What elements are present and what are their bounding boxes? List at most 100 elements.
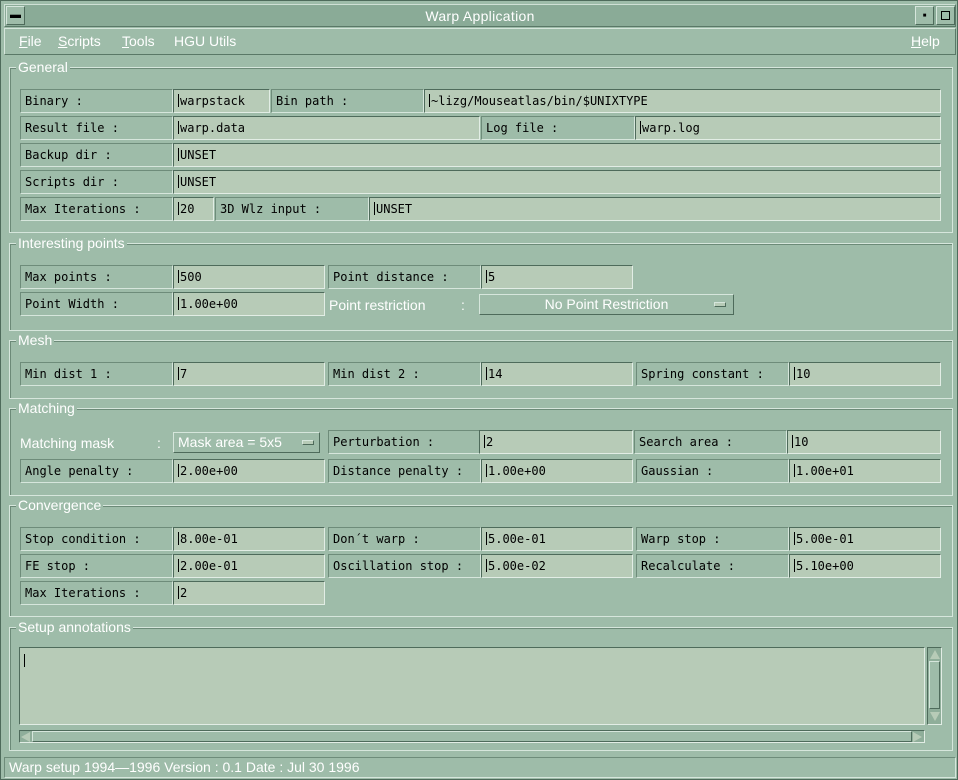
menu-scripts[interactable]: Scripts	[58, 33, 101, 49]
recalculate-label: Recalculate :	[636, 554, 789, 578]
gaussian-field[interactable]: 1.00e+01	[789, 459, 941, 483]
gaussian-label: Gaussian :	[636, 459, 789, 483]
convergence-group-title: Convergence	[16, 497, 104, 513]
point-restriction-value: No Point Restriction	[544, 296, 669, 312]
oscillation-stop-label: Oscillation stop :	[328, 554, 481, 578]
min-dist-1-label: Min dist 1 :	[20, 362, 173, 386]
point-distance-field[interactable]: 5	[481, 265, 633, 289]
maximize-button[interactable]	[936, 6, 955, 25]
matching-mask-select[interactable]: Mask area = 5x5	[173, 432, 320, 453]
backup-dir-label: Backup dir :	[20, 143, 173, 167]
vertical-scroll-thumb[interactable]	[929, 661, 940, 709]
general-group-title: General	[16, 59, 70, 75]
max-iterations-field[interactable]: 20	[173, 197, 214, 221]
mesh-group-title: Mesh	[16, 332, 55, 348]
dont-warp-field[interactable]: 5.00e-01	[481, 527, 633, 551]
angle-penalty-field[interactable]: 2.00e+00	[173, 459, 325, 483]
matching-group-title: Matching	[16, 400, 77, 416]
perturbation-field[interactable]: 2	[479, 430, 633, 454]
menu-tools-label: ools	[129, 33, 155, 49]
option-menu-indicator-icon	[302, 440, 314, 445]
status-bar: Warp setup 1994—1996 Version : 0.1 Date …	[4, 757, 956, 778]
annotations-horizontal-scrollbar[interactable]	[19, 730, 925, 743]
log-file-label: Log file :	[481, 116, 635, 140]
point-restriction-select[interactable]: No Point Restriction	[479, 294, 734, 315]
search-area-label: Search area :	[634, 430, 787, 454]
distance-penalty-label: Distance penalty :	[328, 459, 481, 483]
spring-constant-field[interactable]: 10	[789, 362, 941, 386]
menu-help-mnemonic: H	[911, 33, 922, 49]
binary-label: Binary :	[20, 89, 173, 113]
backup-dir-field[interactable]: UNSET	[173, 143, 941, 167]
bin-path-field[interactable]: ~lizg/Mouseatlas/bin/$UNIXTYPE	[424, 89, 941, 113]
maximize-icon	[941, 11, 950, 20]
window-title: Warp Application	[425, 8, 535, 24]
angle-penalty-label: Angle penalty :	[20, 459, 173, 483]
min-dist-2-label: Min dist 2 :	[328, 362, 481, 386]
conv-max-iterations-field[interactable]: 2	[173, 581, 325, 605]
dont-warp-label: Don´t warp :	[328, 527, 481, 551]
log-file-field[interactable]: warp.log	[635, 116, 941, 140]
text-cursor	[24, 654, 25, 667]
binary-field[interactable]: warpstack	[173, 89, 270, 113]
warp-application-window: ▬ Warp Application ■ File Scripts Tools …	[0, 0, 958, 780]
oscillation-stop-field[interactable]: 5.00e-02	[481, 554, 633, 578]
point-width-label: Point Width :	[20, 292, 173, 316]
result-file-label: Result file :	[20, 116, 173, 140]
scroll-left-arrow-icon[interactable]	[21, 732, 30, 742]
menu-file-mnemonic: F	[19, 33, 28, 49]
option-menu-indicator-icon	[714, 302, 726, 307]
minimize-icon: ■	[922, 12, 927, 19]
min-dist-1-field[interactable]: 7	[173, 362, 325, 386]
spring-constant-label: Spring constant :	[636, 362, 789, 386]
bin-path-label: Bin path :	[271, 89, 424, 113]
stop-condition-field[interactable]: 8.00e-01	[173, 527, 325, 551]
menu-bar: File Scripts Tools HGU Utils Help	[4, 28, 956, 55]
fe-stop-field[interactable]: 2.00e-01	[173, 554, 325, 578]
fe-stop-label: FE stop :	[20, 554, 173, 578]
menu-file[interactable]: File	[19, 33, 42, 49]
menu-file-label: ile	[27, 33, 42, 49]
matching-mask-value: Mask area = 5x5	[178, 434, 282, 450]
recalculate-field[interactable]: 5.10e+00	[789, 554, 941, 578]
menu-help-label: elp	[921, 33, 940, 49]
search-area-field[interactable]: 10	[787, 430, 941, 454]
point-restriction-colon: :	[461, 297, 465, 313]
wlz-input-field[interactable]: UNSET	[369, 197, 941, 221]
scroll-up-arrow-icon[interactable]	[930, 650, 940, 659]
minimize-button[interactable]: ■	[915, 6, 934, 25]
max-points-label: Max points :	[20, 265, 173, 289]
wlz-input-label: 3D Wlz input :	[215, 197, 369, 221]
point-width-field[interactable]: 1.00e+00	[173, 292, 325, 316]
perturbation-label: Perturbation :	[328, 430, 481, 454]
annotations-textarea[interactable]	[19, 647, 925, 725]
annotations-vertical-scrollbar[interactable]	[927, 647, 942, 725]
scroll-right-arrow-icon[interactable]	[913, 732, 922, 742]
interesting-points-group-title: Interesting points	[16, 235, 127, 251]
menu-scripts-label: cripts	[67, 33, 101, 49]
horizontal-scroll-thumb[interactable]	[32, 731, 912, 742]
menu-tools[interactable]: Tools	[122, 33, 155, 49]
max-points-field[interactable]: 500	[173, 265, 325, 289]
distance-penalty-field[interactable]: 1.00e+00	[481, 459, 633, 483]
scripts-dir-label: Scripts dir :	[20, 170, 173, 194]
conv-max-iterations-label: Max Iterations :	[20, 581, 173, 605]
menu-help[interactable]: Help	[911, 33, 940, 49]
warp-stop-field[interactable]: 5.00e-01	[789, 527, 941, 551]
menu-scripts-mnemonic: S	[58, 33, 68, 49]
result-file-field[interactable]: warp.data	[173, 116, 480, 140]
max-iterations-label: Max Iterations :	[20, 197, 173, 221]
warp-stop-label: Warp stop :	[636, 527, 789, 551]
point-restriction-label: Point restriction	[329, 297, 426, 313]
menu-hgu-utils-label: HGU Utils	[174, 33, 237, 49]
point-distance-label: Point distance :	[328, 265, 481, 289]
scroll-down-arrow-icon[interactable]	[930, 712, 940, 721]
matching-mask-label: Matching mask	[20, 435, 115, 451]
title-bar[interactable]: ▬ Warp Application ■	[4, 4, 956, 27]
stop-condition-label: Stop condition :	[20, 527, 173, 551]
matching-mask-colon: :	[157, 435, 161, 451]
menu-hgu-utils[interactable]: HGU Utils	[174, 33, 236, 49]
scripts-dir-field[interactable]: UNSET	[173, 170, 941, 194]
menu-tools-mnemonic: T	[122, 33, 129, 49]
min-dist-2-field[interactable]: 14	[481, 362, 633, 386]
